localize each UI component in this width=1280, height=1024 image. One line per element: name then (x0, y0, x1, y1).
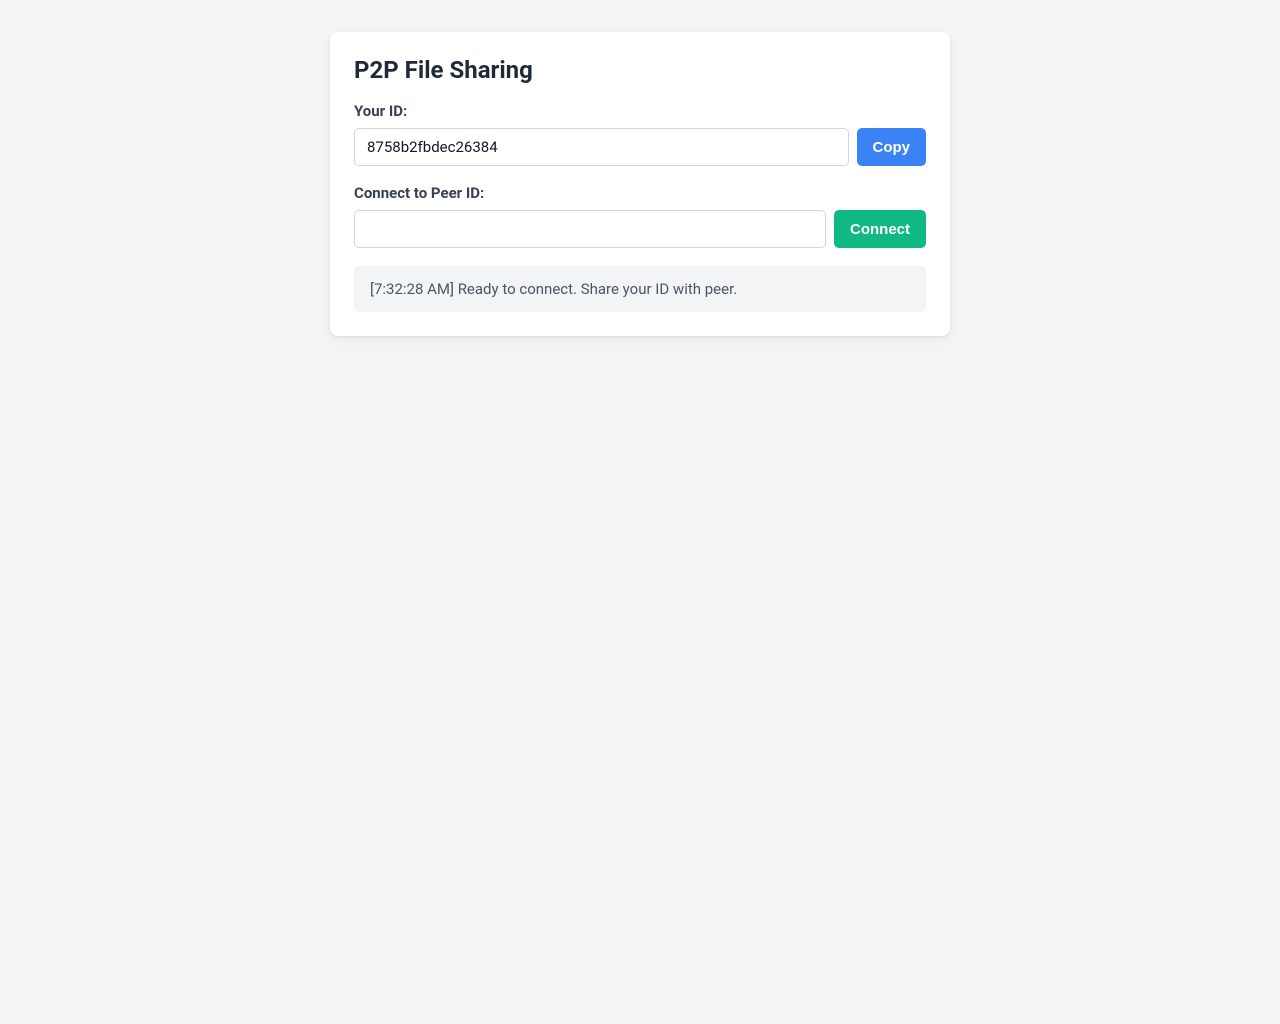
your-id-label: Your ID: (354, 102, 926, 120)
page-title: P2P File Sharing (354, 56, 926, 84)
main-card: P2P File Sharing Your ID: Copy Connect t… (330, 32, 950, 336)
status-log: [7:32:28 AM] Ready to connect. Share you… (354, 266, 926, 312)
your-id-row: Copy (354, 128, 926, 166)
your-id-input[interactable] (354, 128, 849, 166)
peer-id-label: Connect to Peer ID: (354, 184, 926, 202)
connect-button[interactable]: Connect (834, 210, 926, 248)
log-entry: [7:32:28 AM] Ready to connect. Share you… (370, 280, 910, 298)
copy-button[interactable]: Copy (857, 128, 927, 166)
peer-id-row: Connect (354, 210, 926, 248)
peer-id-input[interactable] (354, 210, 826, 248)
